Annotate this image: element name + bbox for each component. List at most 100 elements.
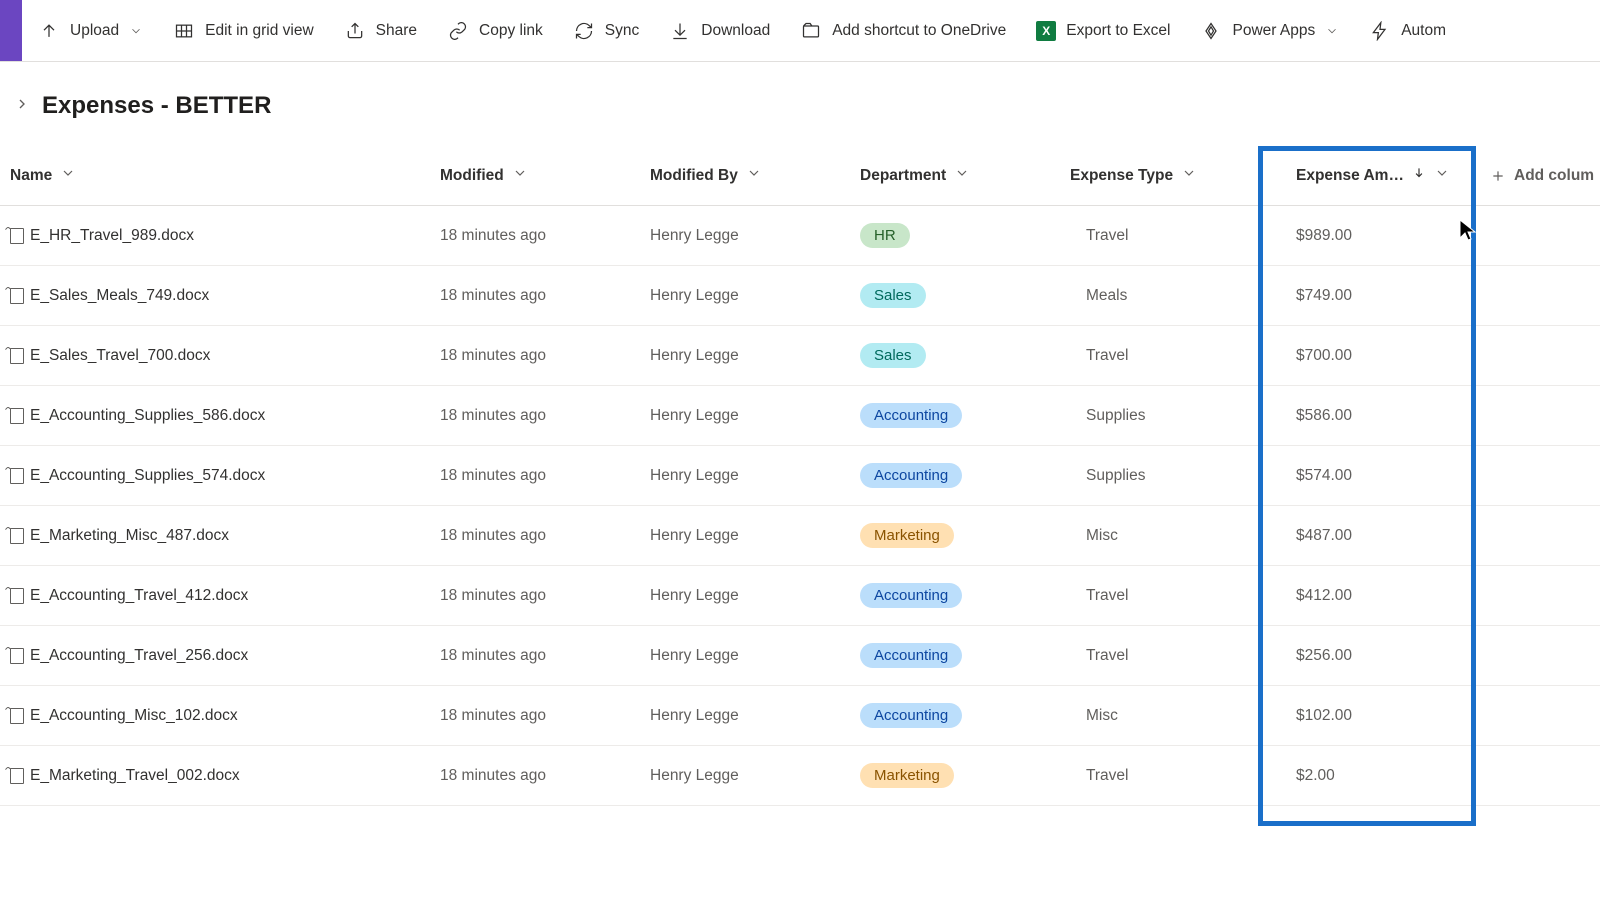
table-row[interactable]: E_Sales_Meals_749.docx 18 minutes ago He… <box>0 266 1600 326</box>
column-header-name[interactable]: Name <box>0 165 430 186</box>
chevron-right-icon[interactable] <box>14 96 30 117</box>
document-icon <box>10 528 24 544</box>
add-column-label: Add colum <box>1514 167 1594 185</box>
modified-by-cell: Henry Legge <box>640 527 850 545</box>
upload-icon <box>38 20 60 42</box>
download-button[interactable]: Download <box>655 10 784 52</box>
export-excel-button[interactable]: X Export to Excel <box>1022 11 1184 51</box>
department-cell: Sales <box>850 283 1060 308</box>
department-cell: Marketing <box>850 523 1060 548</box>
add-column-button[interactable]: Add colum <box>1480 167 1600 185</box>
sync-button[interactable]: Sync <box>559 10 653 52</box>
table-row[interactable]: E_Sales_Travel_700.docx 18 minutes ago H… <box>0 326 1600 386</box>
file-name-cell[interactable]: E_Accounting_Travel_412.docx <box>0 587 430 605</box>
expense-amount-cell: $412.00 <box>1270 587 1480 605</box>
expense-amount-cell: $749.00 <box>1270 287 1480 305</box>
column-header-department[interactable]: Department <box>850 165 1060 186</box>
file-name: E_Marketing_Travel_002.docx <box>30 767 240 785</box>
download-icon <box>669 20 691 42</box>
modified-by-cell: Henry Legge <box>640 347 850 365</box>
chevron-down-icon <box>129 24 143 38</box>
export-excel-label: Export to Excel <box>1066 22 1170 40</box>
department-pill: Marketing <box>860 763 954 788</box>
modified-cell: 18 minutes ago <box>430 467 640 485</box>
modified-by-cell: Henry Legge <box>640 647 850 665</box>
department-pill: Accounting <box>860 583 962 608</box>
share-button[interactable]: Share <box>330 10 431 52</box>
file-name: E_Accounting_Travel_256.docx <box>30 647 248 665</box>
automate-button[interactable]: Autom <box>1355 10 1460 52</box>
modified-cell: 18 minutes ago <box>430 287 640 305</box>
file-name-cell[interactable]: E_Accounting_Travel_256.docx <box>0 647 430 665</box>
power-apps-button[interactable]: Power Apps <box>1186 10 1353 52</box>
department-cell: Accounting <box>850 703 1060 728</box>
app-brand-bar <box>0 0 22 61</box>
copy-link-button[interactable]: Copy link <box>433 10 557 52</box>
expense-type-cell: Supplies <box>1060 407 1270 425</box>
column-header-label: Expense Type <box>1070 167 1173 185</box>
share-label: Share <box>376 22 417 40</box>
sort-descending-icon <box>1412 166 1426 185</box>
table-row[interactable]: E_Marketing_Travel_002.docx 18 minutes a… <box>0 746 1600 806</box>
column-header-expense-amount[interactable]: Expense Am… <box>1270 165 1480 186</box>
file-name: E_Accounting_Travel_412.docx <box>30 587 248 605</box>
document-icon <box>10 228 24 244</box>
chevron-down-icon <box>1325 24 1339 38</box>
column-header-expense-type[interactable]: Expense Type <box>1060 165 1270 186</box>
automate-label: Autom <box>1401 22 1446 40</box>
table-row[interactable]: E_Accounting_Travel_256.docx 18 minutes … <box>0 626 1600 686</box>
column-header-label: Expense Am… <box>1296 167 1404 185</box>
modified-cell: 18 minutes ago <box>430 707 640 725</box>
document-icon <box>10 468 24 484</box>
modified-cell: 18 minutes ago <box>430 527 640 545</box>
file-name: E_Accounting_Misc_102.docx <box>30 707 238 725</box>
modified-by-cell: Henry Legge <box>640 467 850 485</box>
column-header-label: Modified <box>440 167 504 185</box>
table-row[interactable]: E_Accounting_Supplies_586.docx 18 minute… <box>0 386 1600 446</box>
modified-by-cell: Henry Legge <box>640 227 850 245</box>
table-row[interactable]: E_Accounting_Misc_102.docx 18 minutes ag… <box>0 686 1600 746</box>
document-icon <box>10 408 24 424</box>
expense-amount-cell: $2.00 <box>1270 767 1480 785</box>
grid-icon <box>173 20 195 42</box>
breadcrumb: Expenses - BETTER <box>0 62 1600 128</box>
modified-cell: 18 minutes ago <box>430 587 640 605</box>
department-pill: Marketing <box>860 523 954 548</box>
upload-button[interactable]: Upload <box>24 10 157 52</box>
column-header-label: Modified By <box>650 167 738 185</box>
table-row[interactable]: E_HR_Travel_989.docx 18 minutes ago Henr… <box>0 206 1600 266</box>
modified-by-cell: Henry Legge <box>640 407 850 425</box>
copy-link-label: Copy link <box>479 22 543 40</box>
column-header-modified-by[interactable]: Modified By <box>640 165 850 186</box>
file-name: E_Accounting_Supplies_574.docx <box>30 467 265 485</box>
chevron-down-icon <box>1181 165 1197 186</box>
department-pill: Accounting <box>860 463 962 488</box>
table-row[interactable]: E_Accounting_Travel_412.docx 18 minutes … <box>0 566 1600 626</box>
expense-amount-cell: $989.00 <box>1270 227 1480 245</box>
file-name-cell[interactable]: E_Sales_Meals_749.docx <box>0 287 430 305</box>
download-label: Download <box>701 22 770 40</box>
edit-grid-button[interactable]: Edit in grid view <box>159 10 328 52</box>
sync-label: Sync <box>605 22 639 40</box>
file-name-cell[interactable]: E_Accounting_Supplies_574.docx <box>0 467 430 485</box>
table-row[interactable]: E_Accounting_Supplies_574.docx 18 minute… <box>0 446 1600 506</box>
modified-cell: 18 minutes ago <box>430 767 640 785</box>
modified-cell: 18 minutes ago <box>430 647 640 665</box>
column-header-modified[interactable]: Modified <box>430 165 640 186</box>
table-row[interactable]: E_Marketing_Misc_487.docx 18 minutes ago… <box>0 506 1600 566</box>
file-name-cell[interactable]: E_Marketing_Misc_487.docx <box>0 527 430 545</box>
file-name-cell[interactable]: E_Accounting_Misc_102.docx <box>0 707 430 725</box>
file-name-cell[interactable]: E_Sales_Travel_700.docx <box>0 347 430 365</box>
file-name-cell[interactable]: E_Marketing_Travel_002.docx <box>0 767 430 785</box>
file-name: E_Accounting_Supplies_586.docx <box>30 407 265 425</box>
department-cell: Accounting <box>850 583 1060 608</box>
column-header-label: Department <box>860 167 946 185</box>
power-apps-label: Power Apps <box>1232 22 1315 40</box>
expense-type-cell: Supplies <box>1060 467 1270 485</box>
add-shortcut-button[interactable]: Add shortcut to OneDrive <box>786 10 1020 52</box>
expense-amount-cell: $700.00 <box>1270 347 1480 365</box>
file-name-cell[interactable]: E_HR_Travel_989.docx <box>0 227 430 245</box>
expense-amount-cell: $487.00 <box>1270 527 1480 545</box>
share-icon <box>344 20 366 42</box>
file-name-cell[interactable]: E_Accounting_Supplies_586.docx <box>0 407 430 425</box>
